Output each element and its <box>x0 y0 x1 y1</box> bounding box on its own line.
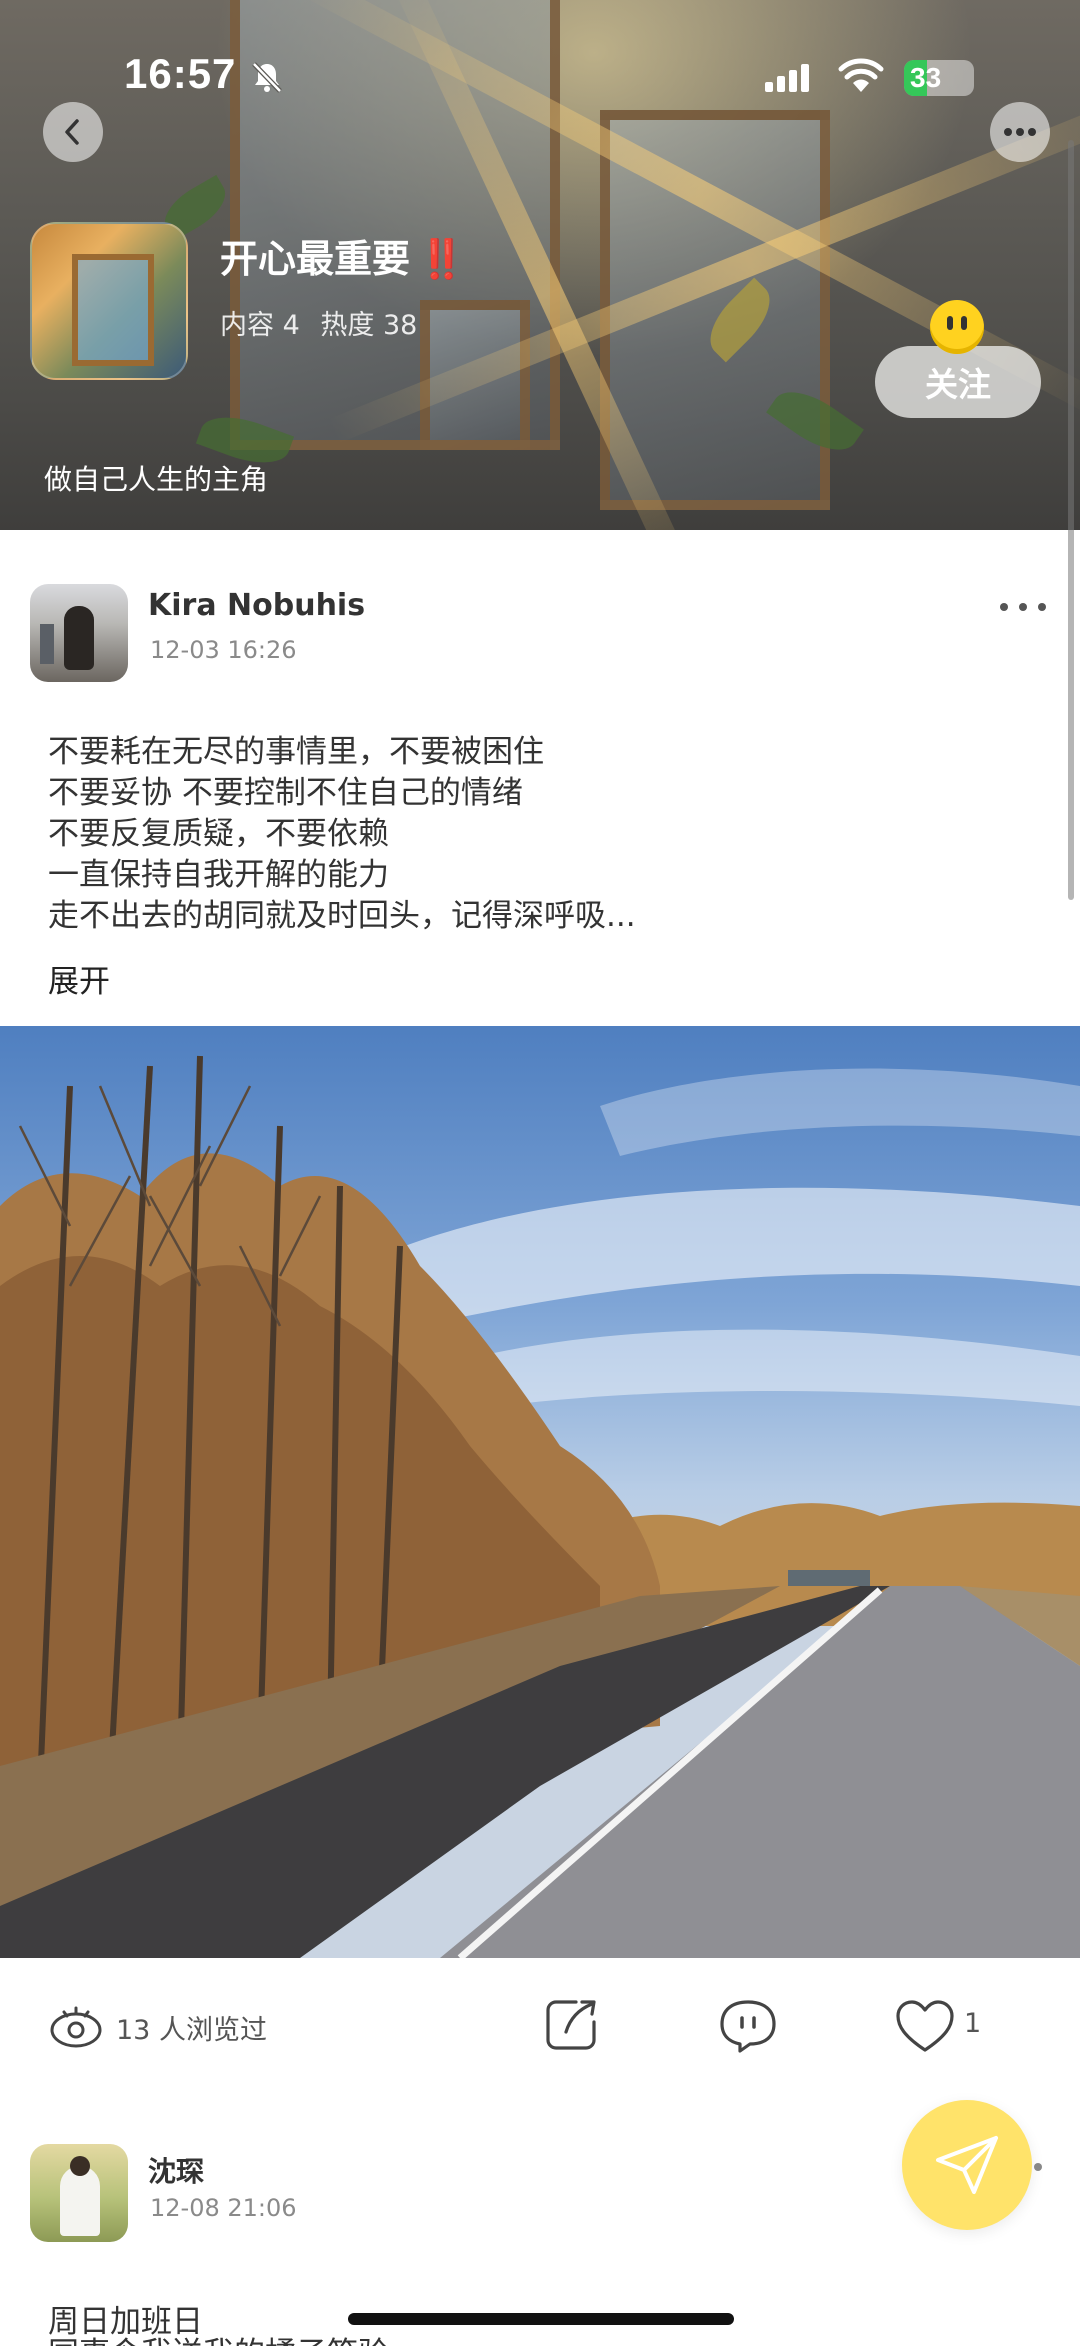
dot <box>1019 603 1027 611</box>
expand-link[interactable]: 展开 <box>48 956 110 1001</box>
group-header: 16:57 33 开心最重要 ‼️ 内容 4 热度 38 做自己人生的主角 关注 <box>0 0 1080 530</box>
group-description: 做自己人生的主角 <box>44 463 269 496</box>
post-line: 不要耗在无尽的事情里，不要被困住 <box>48 734 544 770</box>
author-name[interactable]: Kira Nobuhis <box>148 588 365 623</box>
battery-charging-icon: 33 <box>904 60 974 96</box>
bell-slash-icon <box>252 62 282 93</box>
status-bar: 16:57 33 <box>0 0 1080 150</box>
views-count-text: 13 人浏览过 <box>116 2015 267 2046</box>
double-exclamation-emoji: ‼️ <box>418 237 466 281</box>
author-avatar[interactable] <box>30 2144 128 2242</box>
ellipsis-icon <box>1004 128 1036 136</box>
indicator-dot <box>1034 2163 1042 2171</box>
content-label: 内容 <box>220 310 274 341</box>
heat-count: 38 <box>382 310 418 341</box>
comment-icon[interactable] <box>718 1996 778 2054</box>
eye-views-icon <box>50 2006 102 2048</box>
group-title-text: 开心最重要 <box>220 237 411 281</box>
post-timestamp: 12-08 21:06 <box>150 2194 297 2222</box>
content-count: 4 <box>282 310 300 341</box>
group-stats: 内容 4 热度 38 <box>220 303 417 342</box>
group-title: 开心最重要 ‼️ <box>220 228 465 283</box>
wifi-icon <box>838 58 884 92</box>
share-icon[interactable] <box>542 1996 600 2054</box>
post-line-partial: 同事令我送我的橘子箱验 <box>48 2334 389 2346</box>
dot <box>1038 603 1046 611</box>
scrollbar[interactable] <box>1068 140 1074 900</box>
more-options-button[interactable] <box>990 102 1050 162</box>
paper-plane-icon <box>936 2136 998 2194</box>
cellular-signal-icon <box>765 62 809 92</box>
post-line: 不要反复质疑，不要依赖 <box>48 816 389 852</box>
author-avatar[interactable] <box>30 584 128 682</box>
status-time: 16:57 <box>124 50 237 97</box>
post-line: 走不出去的胡同就及时回头，记得深呼吸... <box>48 898 636 934</box>
home-indicator[interactable] <box>348 2313 734 2325</box>
dot <box>1000 603 1008 611</box>
follow-button[interactable]: 关注 <box>875 346 1041 418</box>
post-body: 不要耗在无尽的事情里，不要被困住 不要妥协 不要控制不住自己的情绪 不要反复质疑… <box>48 732 1048 937</box>
heat-label: 热度 <box>320 310 375 341</box>
heart-like-icon[interactable] <box>894 1998 956 2054</box>
like-count: 1 <box>964 2008 982 2039</box>
smiley-emoji-icon <box>930 300 984 354</box>
post-more-options-button[interactable] <box>1000 592 1046 622</box>
post-line: 一直保持自我开解的能力 <box>48 857 389 893</box>
chevron-left-icon <box>65 119 79 145</box>
post-timestamp: 12-03 16:26 <box>150 636 297 664</box>
battery-level: 33 <box>910 62 942 93</box>
landscape-road-photo <box>0 1055 1080 1958</box>
back-button[interactable] <box>43 102 103 162</box>
author-name[interactable]: 沈琛 <box>148 2150 204 2190</box>
post-photo[interactable] <box>0 1026 1080 1958</box>
post-line: 不要妥协 不要控制不住自己的情绪 <box>48 775 523 811</box>
compose-post-button[interactable] <box>902 2100 1032 2230</box>
group-cover-thumbnail <box>30 222 188 380</box>
